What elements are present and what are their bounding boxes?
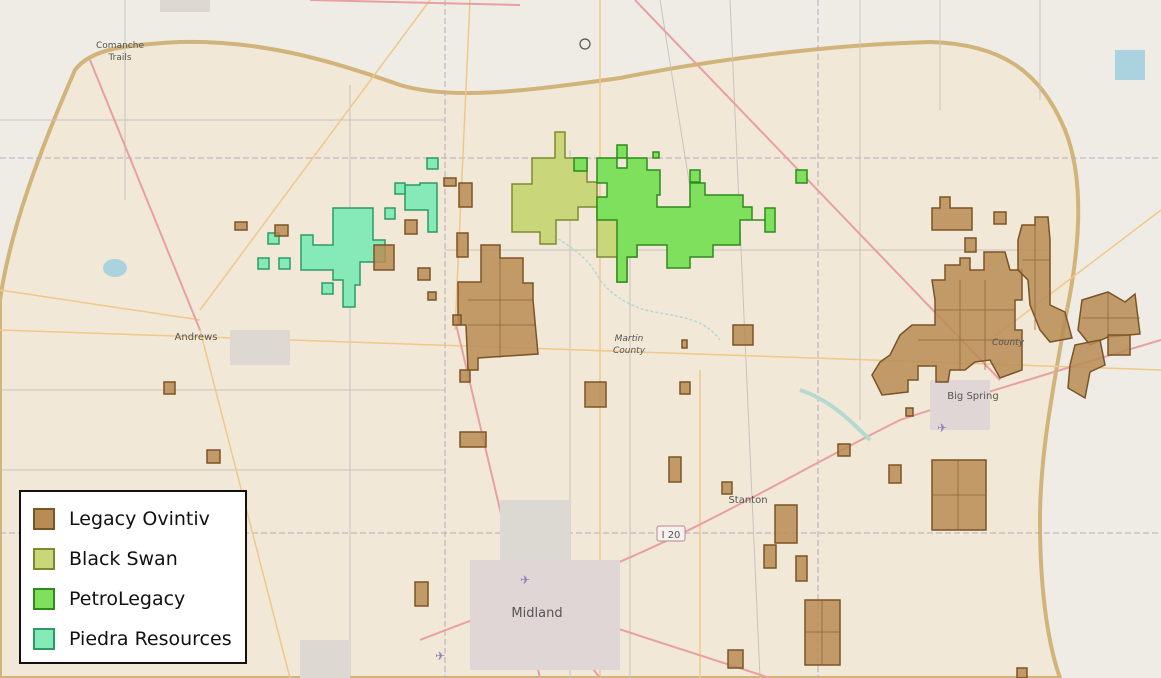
place-big-spring: Big Spring [947, 391, 998, 402]
place-stanton: Stanton [728, 495, 767, 506]
legend-swatch-petrolegacy [33, 588, 55, 610]
legend-item-petrolegacy: PetroLegacy [33, 586, 185, 612]
place-martin-county: County [613, 346, 646, 356]
place-martin: Martin [615, 334, 644, 344]
legend-label-piedra-resources: Piedra Resources [69, 628, 232, 650]
legend-label-legacy-ovintiv: Legacy Ovintiv [69, 508, 210, 530]
place-midland: Midland [511, 606, 562, 621]
place-comanche: Comanche [96, 41, 144, 51]
legend-swatch-legacy-ovintiv [33, 508, 55, 530]
legend-label-petrolegacy: PetroLegacy [69, 588, 186, 610]
airport-icon: ✈ [937, 421, 947, 435]
legend-item-piedra-resources: Piedra Resources [33, 626, 232, 652]
legend: Legacy Ovintiv Black Swan PetroLegacy Pi… [19, 490, 247, 664]
i20-label: I 20 [662, 530, 681, 541]
legend-item-legacy-ovintiv: Legacy Ovintiv [33, 506, 210, 532]
legend-swatch-black-swan [33, 548, 55, 570]
place-howard-county: County [992, 338, 1025, 348]
place-andrews: Andrews [175, 332, 218, 343]
legend-swatch-piedra-resources [33, 628, 55, 650]
legend-item-black-swan: Black Swan [33, 546, 178, 572]
airport-icon: ✈ [520, 573, 530, 587]
legend-label-black-swan: Black Swan [69, 548, 178, 570]
place-trails: Trails [107, 53, 131, 63]
airport-icon: ✈ [435, 649, 445, 663]
